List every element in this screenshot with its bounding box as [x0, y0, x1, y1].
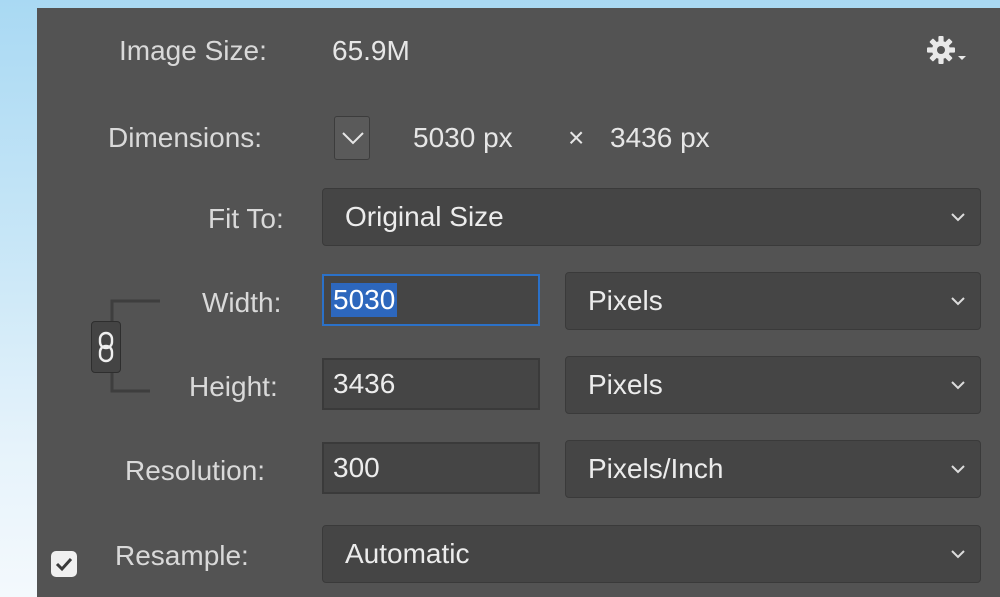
fit-to-label: Fit To:	[208, 203, 284, 234]
resample-select[interactable]: Automatic	[322, 525, 981, 583]
resolution-input[interactable]: 300	[322, 442, 540, 494]
resolution-unit-value: Pixels/Inch	[588, 453, 724, 484]
resolution-label: Resolution:	[125, 455, 266, 486]
width-label: Width:	[202, 287, 282, 318]
resample-checkbox[interactable]	[51, 551, 77, 577]
dimensions-width-value: 5030 px	[413, 122, 513, 153]
width-unit-value: Pixels	[588, 285, 663, 316]
chevron-down-icon	[951, 381, 965, 390]
dimensions-height-value: 3436 px	[610, 122, 710, 153]
chevron-down-icon	[342, 132, 364, 145]
chain-link-icon	[98, 331, 114, 363]
height-unit-select[interactable]: Pixels	[565, 356, 981, 414]
dimensions-times-sign: ×	[568, 122, 585, 153]
height-input[interactable]: 3436	[322, 358, 540, 410]
image-size-value: 65.9M	[332, 35, 410, 66]
fit-to-select[interactable]: Original Size	[322, 188, 981, 246]
resolution-unit-select[interactable]: Pixels/Inch	[565, 440, 981, 498]
resolution-input-value: 300	[333, 452, 380, 483]
dimensions-toggle-button[interactable]	[334, 116, 370, 160]
resample-selected-value: Automatic	[345, 538, 470, 569]
image-size-panel: Image Size: 65.9M Dimensions: 5030 px × …	[37, 8, 1000, 597]
height-unit-value: Pixels	[588, 369, 663, 400]
width-input-value: 5030	[331, 283, 398, 317]
chevron-down-icon	[951, 297, 965, 306]
chevron-down-icon	[951, 550, 965, 559]
chevron-down-icon	[951, 213, 965, 222]
constrain-proportions-button[interactable]	[91, 321, 121, 373]
image-size-label: Image Size:	[119, 35, 267, 66]
height-input-value: 3436	[333, 368, 396, 399]
resample-label: Resample:	[115, 540, 249, 571]
height-label: Height:	[189, 371, 278, 402]
width-unit-select[interactable]: Pixels	[565, 272, 981, 330]
width-input[interactable]: 5030	[322, 274, 540, 326]
dimensions-label: Dimensions:	[108, 122, 263, 153]
gear-icon[interactable]	[925, 34, 969, 68]
chevron-down-icon	[951, 465, 965, 474]
fit-to-selected-value: Original Size	[345, 201, 504, 232]
checkmark-icon	[55, 557, 73, 572]
